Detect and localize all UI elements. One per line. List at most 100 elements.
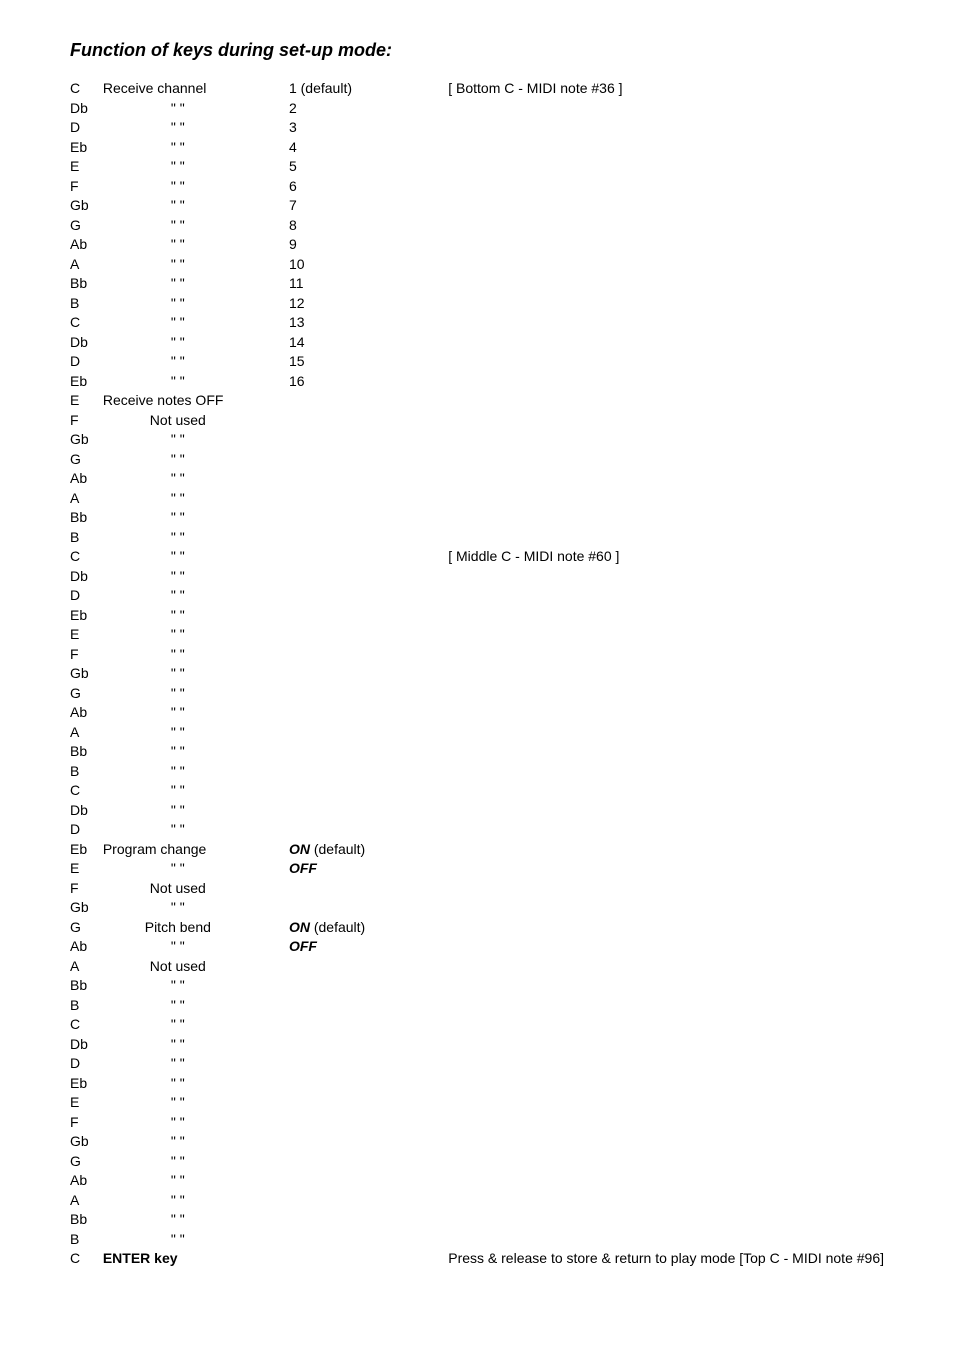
key-value: 9 — [289, 235, 448, 255]
table-row: EbProgram changeON (default) — [70, 840, 884, 860]
key-name: Bb — [70, 1210, 103, 1230]
key-value — [289, 411, 448, 431]
key-note — [448, 118, 884, 138]
key-note — [448, 1054, 884, 1074]
key-note — [448, 411, 884, 431]
key-note — [448, 742, 884, 762]
key-name: D — [70, 118, 103, 138]
key-value — [289, 1074, 448, 1094]
table-row: FNot used — [70, 411, 884, 431]
key-name: G — [70, 216, 103, 236]
key-function: " " — [103, 177, 289, 197]
key-value — [289, 430, 448, 450]
key-note — [448, 664, 884, 684]
key-function: " " — [103, 333, 289, 353]
key-note — [448, 567, 884, 587]
key-function: " " — [103, 1035, 289, 1055]
key-note — [448, 274, 884, 294]
key-name: Db — [70, 333, 103, 353]
table-row: D" " — [70, 586, 884, 606]
key-value — [289, 1093, 448, 1113]
key-function: " " — [103, 157, 289, 177]
key-value: ON (default) — [289, 840, 448, 860]
table-row: FNot used — [70, 879, 884, 899]
key-note — [448, 820, 884, 840]
table-row: Bb" " — [70, 976, 884, 996]
key-function: " " — [103, 723, 289, 743]
key-function: " " — [103, 1093, 289, 1113]
key-name: Eb — [70, 840, 103, 860]
key-function: " " — [103, 274, 289, 294]
key-value — [289, 469, 448, 489]
key-value: 7 — [289, 196, 448, 216]
key-function: " " — [103, 99, 289, 119]
page-heading: Function of keys during set-up mode: — [70, 40, 884, 61]
key-name: B — [70, 528, 103, 548]
key-value — [289, 879, 448, 899]
key-function: " " — [103, 937, 289, 957]
key-value: 2 — [289, 99, 448, 119]
table-row: Eb" "16 — [70, 372, 884, 392]
key-note — [448, 703, 884, 723]
key-note — [448, 255, 884, 275]
table-row: Db" " — [70, 801, 884, 821]
key-note — [448, 1035, 884, 1055]
table-row: Gb" " — [70, 430, 884, 450]
key-value — [289, 723, 448, 743]
table-row: Gb" "7 — [70, 196, 884, 216]
key-name: Ab — [70, 703, 103, 723]
key-value: 5 — [289, 157, 448, 177]
key-note — [448, 177, 884, 197]
key-note — [448, 216, 884, 236]
key-function: " " — [103, 313, 289, 333]
key-name: Db — [70, 99, 103, 119]
key-value — [289, 976, 448, 996]
table-row: C" "[ Middle C - MIDI note #60 ] — [70, 547, 884, 567]
key-value — [289, 450, 448, 470]
key-name: D — [70, 586, 103, 606]
key-value: 12 — [289, 294, 448, 314]
key-value — [289, 781, 448, 801]
key-note — [448, 294, 884, 314]
table-row: Bb" "11 — [70, 274, 884, 294]
key-name: Bb — [70, 742, 103, 762]
table-row: Db" "14 — [70, 333, 884, 353]
key-note — [448, 313, 884, 333]
key-value: OFF — [289, 937, 448, 957]
key-name: D — [70, 352, 103, 372]
key-function: " " — [103, 762, 289, 782]
table-row: Ab" "OFF — [70, 937, 884, 957]
table-row: CReceive channel1 (default)[ Bottom C - … — [70, 79, 884, 99]
key-function: " " — [103, 976, 289, 996]
table-row: B" "12 — [70, 294, 884, 314]
key-function: Receive notes OFF — [103, 391, 289, 411]
key-name: Bb — [70, 274, 103, 294]
key-note — [448, 1230, 884, 1250]
key-function: " " — [103, 801, 289, 821]
key-name: G — [70, 450, 103, 470]
key-name: C — [70, 79, 103, 99]
key-function: " " — [103, 996, 289, 1016]
key-note — [448, 937, 884, 957]
key-value — [289, 957, 448, 977]
key-value — [289, 606, 448, 626]
key-function: " " — [103, 1171, 289, 1191]
table-row: G" " — [70, 450, 884, 470]
key-value — [289, 1230, 448, 1250]
key-value — [289, 996, 448, 1016]
key-note — [448, 840, 884, 860]
key-note: [ Middle C - MIDI note #60 ] — [448, 547, 884, 567]
key-function: " " — [103, 372, 289, 392]
key-note — [448, 1191, 884, 1211]
key-value — [289, 1054, 448, 1074]
table-row: Bb" " — [70, 742, 884, 762]
table-row: Ab" " — [70, 469, 884, 489]
key-value — [289, 742, 448, 762]
key-note — [448, 898, 884, 918]
key-value — [289, 625, 448, 645]
table-row: EReceive notes OFF — [70, 391, 884, 411]
key-function: " " — [103, 255, 289, 275]
key-function: " " — [103, 703, 289, 723]
table-row: B" " — [70, 1230, 884, 1250]
key-value — [289, 586, 448, 606]
